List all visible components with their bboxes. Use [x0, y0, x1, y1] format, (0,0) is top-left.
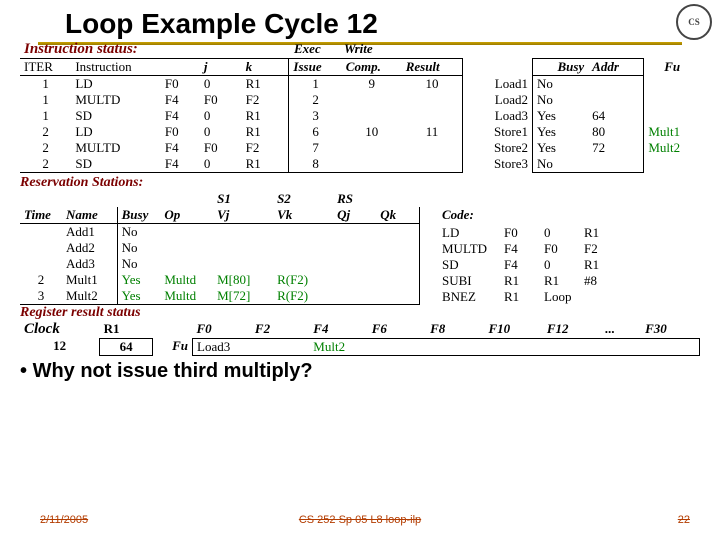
slide-title: Loop Example Cycle 12: [20, 8, 700, 40]
table-row: 1 LDF0 0R1 1 9 10 Load1 No: [20, 76, 700, 93]
table-row: 1 SDF4 0R1 3 Load3 Yes 64: [20, 108, 700, 124]
ucb-seal: CS: [676, 4, 712, 40]
instr-status-label: Instruction status:: [20, 41, 235, 58]
table-row: 2 SDF4 0R1 8 Store3 No: [20, 156, 700, 173]
clock-label: Clock: [20, 321, 100, 338]
reg-result-label: Register result status: [20, 305, 700, 321]
reservation-label: Reservation Stations:: [20, 175, 700, 191]
slide-footer: 2/11/2005 CS 252 Sp 05 L8 loop-ilp 22: [20, 514, 700, 530]
f4-value: Mult2: [309, 338, 367, 355]
bullet-question: • Why not issue third multiply?: [20, 360, 700, 383]
table-row: 2 LDF0 0R1 6 10 11 Store1 Yes 80 Mult1: [20, 124, 700, 140]
table-row: 2 MULTDF4 F0F2 7 Store2 Yes 72 Mult2: [20, 140, 700, 156]
footer-course: CS 252 Sp 05 L8 loop-ilp: [20, 514, 700, 526]
table-row: 1 MULTDF4 F0F2 2 Load2 No: [20, 92, 700, 108]
r1-value: 64: [100, 338, 153, 355]
footer-page: 22: [678, 514, 690, 526]
clock-value: 12: [53, 338, 66, 353]
f0-value: Load3: [193, 338, 251, 355]
write-header: Write: [340, 41, 636, 58]
register-result-table: Clock R1 F0 F2 F4 F6 F8 F10 F12 ... F30 …: [20, 321, 700, 356]
reservation-table: S1 S2 RS Time Name Busy Op Vj Vk Qj Qk A…: [20, 191, 420, 305]
instruction-status-table: ITER Instruction j k Issue Comp. Result …: [20, 58, 700, 173]
exec-header: Exec: [290, 41, 340, 58]
code-listing: Code: LDF00R1 MULTDF4F0F2 SDF40R1 SUBIR1…: [438, 207, 648, 305]
